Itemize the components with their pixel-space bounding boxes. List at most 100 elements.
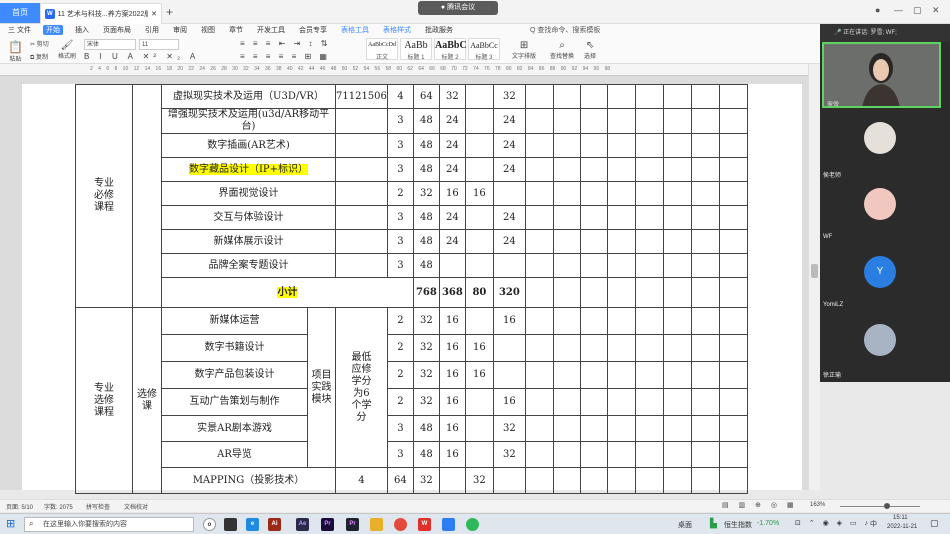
folder-icon[interactable]	[370, 518, 383, 531]
stock-label[interactable]: 恒生指数	[724, 520, 752, 530]
tab-document[interactable]: W 11 艺术与科技...养方案2022版 ✕	[40, 3, 162, 24]
taskbar: ⊞ 在这里输入你要搜索的内容 ⌕ o e Ai Ae Pr Pr W 桌面 ▙ …	[0, 513, 950, 534]
menu-references[interactable]: 引用	[143, 25, 161, 35]
view-mode-icons[interactable]: ▤ ▥ ⊕ ◎ ▦	[722, 501, 798, 509]
premiere-icon[interactable]: Pr	[346, 518, 359, 531]
after-effects-icon[interactable]: Ae	[296, 518, 309, 531]
practice-cell: 32	[464, 467, 494, 494]
menu-review[interactable]: 审阅	[171, 25, 189, 35]
cut-button[interactable]: ✂ 剪切	[30, 39, 49, 48]
curriculum-table[interactable]: 专业必修课程 虚拟现实技术及运用（U3D/VR） 71121506 4 64 3…	[75, 84, 748, 494]
text-layout-icon: ⊞	[519, 40, 529, 51]
find-replace-button[interactable]: ⌕ 查找替换	[550, 40, 574, 60]
style-heading-3[interactable]: AaBbCc 标题 3	[468, 38, 500, 61]
subtotal-cell: 小计	[161, 277, 414, 308]
avatar-icon[interactable]	[864, 188, 896, 220]
edge-icon[interactable]: e	[246, 518, 259, 531]
practice-cell: 32	[492, 441, 526, 468]
practice-cell	[492, 181, 526, 206]
command-search[interactable]: Q 查找命令、搜索模板	[530, 25, 600, 35]
group-required-label: 专业必修课程	[94, 178, 114, 213]
credit-cell: 3	[386, 229, 414, 254]
subtotal-label: 小计	[277, 286, 298, 298]
menu-member[interactable]: 会员专享	[297, 25, 329, 35]
task-view-icon[interactable]: o	[203, 518, 216, 531]
text-format-buttons[interactable]: B I U A ✕² ✕₂ A	[84, 52, 199, 61]
zoom-thumb[interactable]	[884, 503, 890, 509]
font-size-select[interactable]: 11	[139, 39, 179, 50]
maximize-icon[interactable]: ▢	[913, 5, 922, 16]
select-button[interactable]: ⇖ 选择	[584, 40, 596, 60]
font-family-select[interactable]: 宋体	[84, 39, 136, 50]
avatar-icon[interactable]	[864, 122, 896, 154]
word-count[interactable]: 字数: 2075	[44, 502, 73, 511]
clock-date[interactable]: 2022-11-21	[887, 524, 917, 530]
menu-services[interactable]: 批政服务	[423, 25, 455, 35]
style-heading-2[interactable]: AaBbC 标题 2	[434, 38, 467, 61]
input-lang[interactable]: 中	[870, 519, 877, 529]
text-layout-button[interactable]: ⊞ 文字排版	[512, 40, 536, 60]
tab-home[interactable]: 首页	[0, 3, 40, 23]
doc-proof[interactable]: 文档校对	[124, 502, 148, 511]
paste-button[interactable]: 📋 粘贴	[8, 40, 23, 63]
zoom-slider[interactable]	[840, 503, 920, 509]
close-icon[interactable]: ✕	[932, 5, 940, 16]
style-normal[interactable]: AaBbCcDd 正文	[366, 38, 398, 61]
desktop-label[interactable]: 桌面	[678, 520, 692, 530]
credit-cell: 3	[386, 133, 414, 158]
avatar-icon[interactable]: ●	[875, 5, 880, 15]
scroll-thumb[interactable]	[811, 264, 818, 278]
horizontal-ruler[interactable]: 2 4 6 8 10 12 14 16 18 20 22 24 26 28 30…	[0, 64, 808, 76]
notification-icon[interactable]: ▢	[930, 518, 939, 529]
menu-start[interactable]: 开始	[42, 25, 63, 35]
menu-table-tools[interactable]: 表格工具	[339, 25, 371, 35]
select-label: 选择	[584, 54, 597, 60]
illustrator-icon[interactable]: Ai	[268, 518, 281, 531]
menu-section[interactable]: 章节	[227, 25, 245, 35]
tray-icons[interactable]: ⊡ ⌃ ◉ ◈ ▭ ♪	[795, 519, 871, 527]
copy-button[interactable]: ⧉ 复制	[30, 52, 48, 62]
paste-icon: 📋	[8, 40, 23, 54]
close-tab-icon[interactable]: ✕	[151, 10, 157, 18]
new-tab-button[interactable]: +	[166, 5, 173, 19]
minimize-icon[interactable]: —	[894, 5, 903, 15]
practice-cell: 16	[492, 307, 526, 335]
menu-insert[interactable]: 插入	[73, 25, 91, 35]
practice-cell	[492, 253, 526, 278]
app-icon[interactable]	[224, 518, 237, 531]
clock-time[interactable]: 15:11	[893, 515, 908, 521]
theory-cell: 16	[438, 181, 466, 206]
menu-bar: 三 文件 开始 插入 页面布局 引用 审阅 视图 章节 开发工具 会员专享 表格…	[6, 25, 455, 35]
list-buttons[interactable]: ≡ ≡ ≡ ⇤ ⇥ ↕ ⇅	[240, 39, 330, 48]
course-name: 虚拟现实技术及运用（U3D/VR）	[161, 84, 336, 109]
zoom-level[interactable]: 163%	[810, 502, 825, 508]
menu-view[interactable]: 视图	[199, 25, 217, 35]
chat-app-icon[interactable]	[466, 518, 479, 531]
credit-cell: 3	[386, 253, 414, 278]
windows-icon[interactable]: ⊞	[6, 517, 15, 530]
format-painter-button[interactable]: 🖌 格式刷	[58, 40, 76, 60]
avatar-icon[interactable]	[864, 324, 896, 356]
page-count[interactable]: 页面: 5/10	[6, 502, 33, 511]
vertical-scrollbar[interactable]	[808, 64, 820, 490]
course-name: 品牌全案专题设计	[161, 253, 336, 278]
menu-developer[interactable]: 开发工具	[255, 25, 287, 35]
menu-file[interactable]: 三 文件	[6, 25, 33, 35]
subtotal-hours: 768	[412, 277, 440, 308]
menu-page-layout[interactable]: 页面布局	[101, 25, 133, 35]
premiere-icon[interactable]: Pr	[321, 518, 334, 531]
style-heading-1[interactable]: AaBb 标题 1	[400, 38, 432, 61]
align-buttons[interactable]: ≡ ≡ ≡ ≡ ≡ ⊞ ▦	[240, 52, 330, 61]
spell-check[interactable]: 拼写检查	[86, 502, 110, 511]
meeting-app-icon[interactable]	[442, 518, 455, 531]
chrome-icon[interactable]	[394, 518, 407, 531]
menu-table-style[interactable]: 表格样式	[381, 25, 413, 35]
lab-cell: 16	[464, 334, 494, 362]
course-name: 数字书籍设计	[161, 334, 308, 362]
main-video[interactable]: 罗雪	[822, 42, 941, 108]
meeting-indicator[interactable]: ● 腾讯会议	[418, 1, 498, 15]
wps-icon[interactable]: W	[418, 518, 431, 531]
course-name: 交互与体验设计	[161, 205, 336, 230]
avatar-initial[interactable]: Y	[864, 256, 896, 288]
taskbar-search[interactable]: 在这里输入你要搜索的内容	[24, 517, 194, 532]
